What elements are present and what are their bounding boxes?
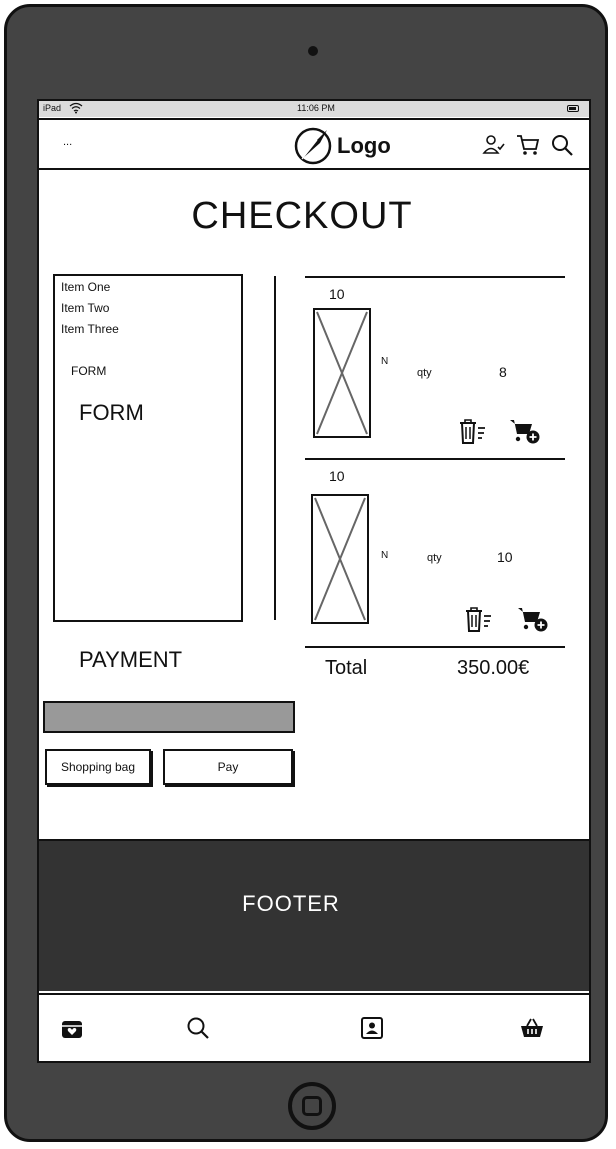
battery-icon (567, 105, 579, 112)
status-carrier: iPad (43, 103, 62, 113)
home-button-square (302, 1096, 322, 1116)
search-icon[interactable] (185, 1015, 211, 1041)
status-time: 11:06 PM (297, 103, 335, 113)
page-title: CHECKOUT (191, 195, 413, 237)
shopping-bag-button[interactable]: Shopping bag (45, 749, 151, 785)
image-placeholder (311, 494, 369, 624)
logo-text: Logo (337, 133, 391, 158)
cart-add-icon[interactable] (509, 416, 541, 446)
cart-item-qty-value: 10 (497, 549, 513, 565)
total-divider (305, 646, 565, 648)
cart-item-price: 10 (329, 468, 345, 484)
user-check-icon[interactable] (481, 132, 507, 158)
menu-panel: Item One Item Two Item Three FORM FORM (53, 274, 243, 622)
menu-item-two[interactable]: Item Two (61, 301, 109, 315)
menu-button[interactable]: ... (63, 136, 72, 148)
gift-box-icon[interactable] (59, 1015, 85, 1041)
total-value: 350.00€ (457, 657, 530, 679)
trash-icon[interactable] (457, 416, 489, 446)
form-label-small: FORM (71, 364, 107, 378)
vertical-divider (274, 276, 276, 620)
navbar-actions (481, 132, 575, 158)
cart-item-price: 10 (329, 286, 345, 302)
cart-item-name: N (381, 356, 389, 367)
footer-label: FOOTER (242, 891, 340, 916)
compass-logo-icon (294, 127, 332, 165)
basket-icon[interactable] (519, 1015, 545, 1041)
logo[interactable]: Logo (293, 126, 391, 166)
wifi-icon (69, 102, 83, 114)
trash-icon[interactable] (463, 604, 495, 634)
navbar: ... Logo (39, 118, 589, 170)
cart-item-qty-label: qty (427, 552, 442, 564)
pay-button[interactable]: Pay (163, 749, 293, 785)
payment-title: PAYMENT (79, 647, 183, 672)
menu-item-one[interactable]: Item One (61, 280, 110, 294)
cart-item-divider (305, 276, 565, 278)
image-placeholder (313, 308, 371, 438)
total-label: Total (325, 657, 368, 679)
menu-item-three[interactable]: Item Three (61, 322, 119, 336)
bottom-tab-bar (39, 993, 589, 1061)
form-label-large: FORM (79, 400, 144, 425)
search-icon[interactable] (549, 132, 575, 158)
footer: FOOTER (39, 839, 589, 991)
status-bar: iPad 11:06 PM (39, 101, 589, 117)
payment-input[interactable] (43, 701, 295, 733)
home-button[interactable] (288, 1082, 336, 1130)
tablet-frame: iPad 11:06 PM ... Logo CHECKOUT Item One… (4, 4, 608, 1142)
front-camera (308, 46, 318, 56)
cart-icon[interactable] (515, 132, 541, 158)
cart-add-icon[interactable] (517, 604, 549, 634)
cart-item-divider (305, 458, 565, 460)
contact-card-icon[interactable] (359, 1015, 385, 1041)
cart-item-qty-value: 8 (499, 364, 507, 380)
cart-item-qty-label: qty (417, 367, 432, 379)
cart-item-name: N (381, 550, 389, 561)
screen: iPad 11:06 PM ... Logo CHECKOUT Item One… (37, 99, 591, 1063)
